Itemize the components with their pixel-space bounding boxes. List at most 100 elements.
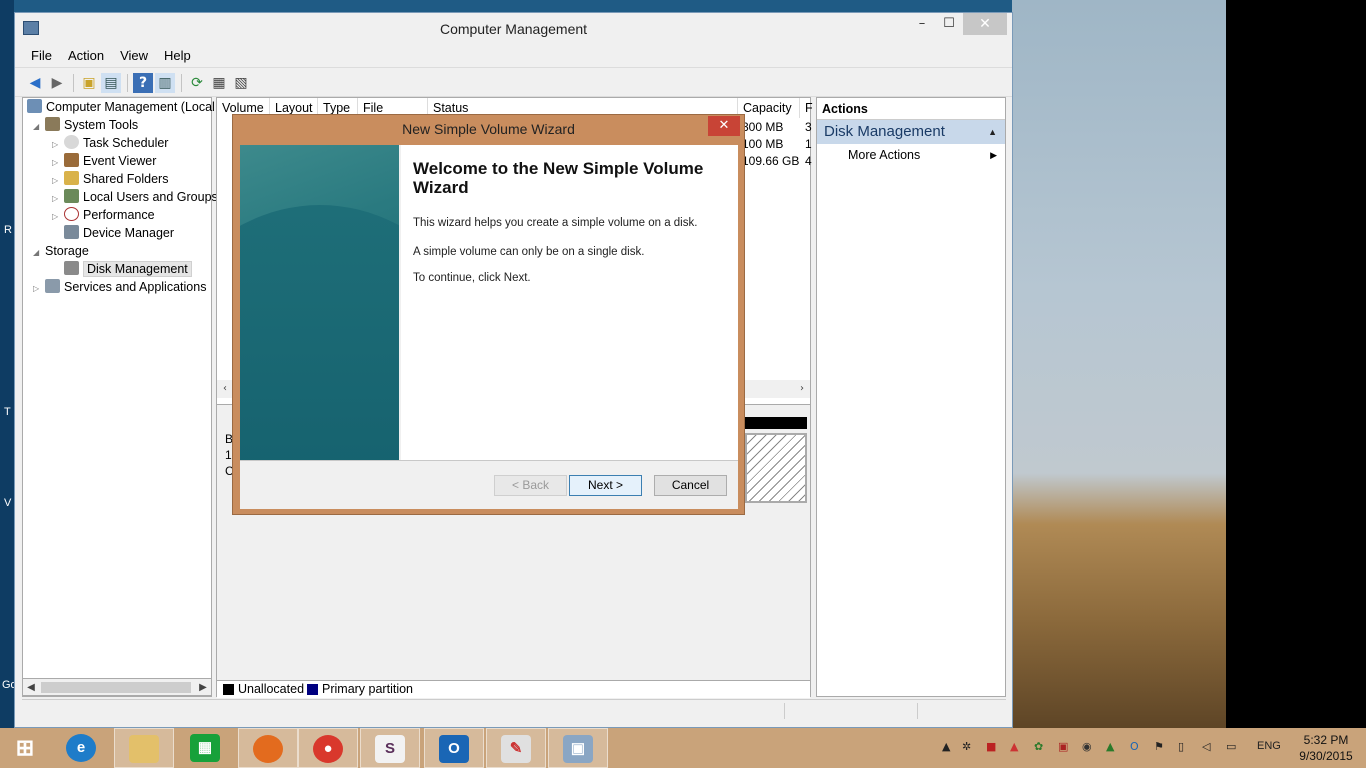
store-icon: ▦ [190, 734, 220, 762]
taskbar-file-explorer[interactable] [114, 728, 174, 768]
device-manager-icon [64, 225, 79, 239]
internet-explorer-icon: e [66, 734, 96, 762]
tree-item-local-users-and-groups[interactable]: ▷ Local Users and Groups [52, 188, 218, 206]
tree-item-system-tools[interactable]: ◢ System Tools [33, 116, 138, 134]
tree-item-performance[interactable]: ▷ Performance [52, 206, 155, 224]
desktop-left-strip: R T V Go [0, 0, 17, 728]
minimize-button[interactable]: – [908, 13, 936, 35]
scroll-right-icon[interactable]: › [794, 380, 810, 398]
taskbar: ⊞ e ▦ ● S O ✎ ▣ ▲ ✲ ■ ▲ ✿ ▣ ◉ ▲ O ⚑ ▯ ◁ … [0, 728, 1366, 768]
desktop-icon-label[interactable]: R [4, 224, 12, 236]
wizard-paragraph: A simple volume can only be on a single … [413, 246, 645, 258]
menu-help[interactable]: Help [156, 45, 199, 67]
outlook-icon: O [439, 735, 469, 763]
show-hide-console-tree-icon[interactable]: ▤ [101, 73, 121, 93]
language-indicator[interactable]: ENG [1257, 740, 1281, 752]
tree-item-services-and-applications[interactable]: ▷ Services and Applications [33, 278, 206, 296]
scroll-right-icon[interactable]: ▶ [195, 679, 211, 697]
forward-arrow-icon[interactable]: ▶ [47, 73, 67, 93]
volume-icon[interactable]: ◁ [1202, 740, 1210, 753]
wizard-close-button[interactable]: ✕ [708, 116, 740, 136]
back-button[interactable]: < Back [494, 475, 567, 496]
wizard-body: Welcome to the New Simple Volume Wizard … [240, 145, 738, 509]
unallocated-region[interactable] [745, 433, 807, 503]
wizard-heading: Welcome to the New Simple Volume Wizard [413, 159, 704, 197]
legend-label-unallocated: Unallocated [238, 682, 305, 696]
back-arrow-icon[interactable]: ◀ [25, 73, 45, 93]
wizard-separator [240, 460, 738, 461]
tray-app-icon[interactable]: ▲ [1010, 740, 1018, 753]
taskbar-store[interactable]: ▦ [176, 728, 236, 768]
cancel-button[interactable]: Cancel [654, 475, 727, 496]
tools-icon [45, 117, 60, 131]
menu-file[interactable]: File [23, 45, 60, 67]
scroll-thumb[interactable] [41, 682, 191, 693]
actions-header: Actions [817, 98, 1005, 120]
desktop-icon-label[interactable]: T [4, 406, 11, 418]
status-bar [22, 699, 1006, 721]
google-drive-icon[interactable]: ▲ [1106, 740, 1114, 753]
maximize-button[interactable]: ☐ [935, 13, 963, 35]
actions-pane: Actions Disk Management ▲ More Actions ▶ [816, 97, 1006, 697]
taskbar-paint[interactable]: ✎ [486, 728, 546, 768]
system-clock[interactable]: 5:32 PM 9/30/2015 [1296, 732, 1356, 764]
free-space-cell: 1 [805, 137, 812, 151]
tray-app-icon[interactable]: ■ [986, 740, 996, 753]
column-header-free[interactable]: F [800, 98, 813, 118]
start-button[interactable]: ⊞ [0, 728, 60, 768]
desktop-icon-label[interactable]: V [4, 497, 11, 509]
close-button[interactable]: ✕ [963, 13, 1007, 35]
menu-view[interactable]: View [112, 45, 156, 67]
action-center-flag-icon[interactable]: ⚑ [1154, 740, 1164, 753]
chrome-icon: ● [313, 735, 343, 763]
tree-root[interactable]: Computer Management (Local [27, 98, 215, 116]
windows-start-icon: ⊞ [15, 735, 35, 760]
tree-item-event-viewer[interactable]: ▷ Event Viewer [52, 152, 156, 170]
taskbar-slack[interactable]: S [360, 728, 420, 768]
taskbar-chrome[interactable]: ● [298, 728, 358, 768]
tray-app-icon[interactable]: ✿ [1034, 740, 1043, 753]
tree-item-task-scheduler[interactable]: ▷ Task Scheduler [52, 134, 168, 152]
scroll-left-icon[interactable]: ◀ [23, 679, 39, 697]
help-icon[interactable]: ? [133, 73, 153, 93]
action-more-actions[interactable]: More Actions ▶ [817, 144, 1005, 166]
battery-icon[interactable]: ▯ [1178, 740, 1184, 753]
actions-group-disk-management[interactable]: Disk Management ▲ [817, 120, 1005, 144]
column-header-capacity[interactable]: Capacity [738, 98, 800, 118]
tree-horizontal-scrollbar[interactable]: ◀ ▶ [22, 678, 212, 696]
tray-app-icon[interactable]: ✲ [962, 740, 971, 753]
collapse-up-icon[interactable]: ▲ [988, 120, 997, 144]
desktop-wallpaper [1012, 0, 1226, 728]
actions-group-label: Disk Management [824, 123, 945, 140]
tree-item-disk-management[interactable]: Disk Management [52, 260, 192, 278]
capacity-cell: 300 MB [742, 120, 784, 134]
refresh-icon[interactable]: ⟳ [187, 73, 207, 93]
show-hidden-icons-icon[interactable]: ▲ [942, 740, 950, 753]
tray-app-icon[interactable]: ▣ [1058, 740, 1068, 753]
taskbar-internet-explorer[interactable]: e [52, 728, 112, 768]
tray-app-icon[interactable]: ◉ [1082, 740, 1092, 753]
performance-icon [64, 207, 79, 221]
capacity-cell: 109.66 GB [742, 154, 800, 168]
tree-item-device-manager[interactable]: Device Manager [52, 224, 174, 242]
wizard-paragraph: To continue, click Next. [413, 272, 531, 284]
scroll-left-icon[interactable]: ‹ [217, 380, 233, 398]
taskbar-outlook[interactable]: O [424, 728, 484, 768]
network-icon[interactable]: ▭ [1226, 740, 1236, 753]
taskbar-firefox[interactable] [238, 728, 298, 768]
show-hide-action-pane-icon[interactable]: ▥ [155, 73, 175, 93]
next-button[interactable]: Next > [569, 475, 642, 496]
up-folder-icon[interactable]: ▣ [79, 73, 99, 93]
disk-legend: Unallocated Primary partition [217, 680, 810, 698]
properties-icon[interactable]: ▦ [209, 73, 229, 93]
menu-action[interactable]: Action [60, 45, 112, 67]
tree-item-storage[interactable]: ◢ Storage [33, 242, 89, 260]
paint-icon: ✎ [501, 735, 531, 763]
submenu-arrow-icon: ▶ [990, 150, 997, 160]
title-bar[interactable]: Computer Management – ☐ ✕ [15, 13, 1012, 45]
outlook-tray-icon[interactable]: O [1130, 740, 1139, 753]
tree-item-shared-folders[interactable]: ▷ Shared Folders [52, 170, 168, 188]
taskbar-computer-management[interactable]: ▣ [548, 728, 608, 768]
export-list-icon[interactable]: ▧ [231, 73, 251, 93]
firefox-icon [253, 735, 283, 763]
